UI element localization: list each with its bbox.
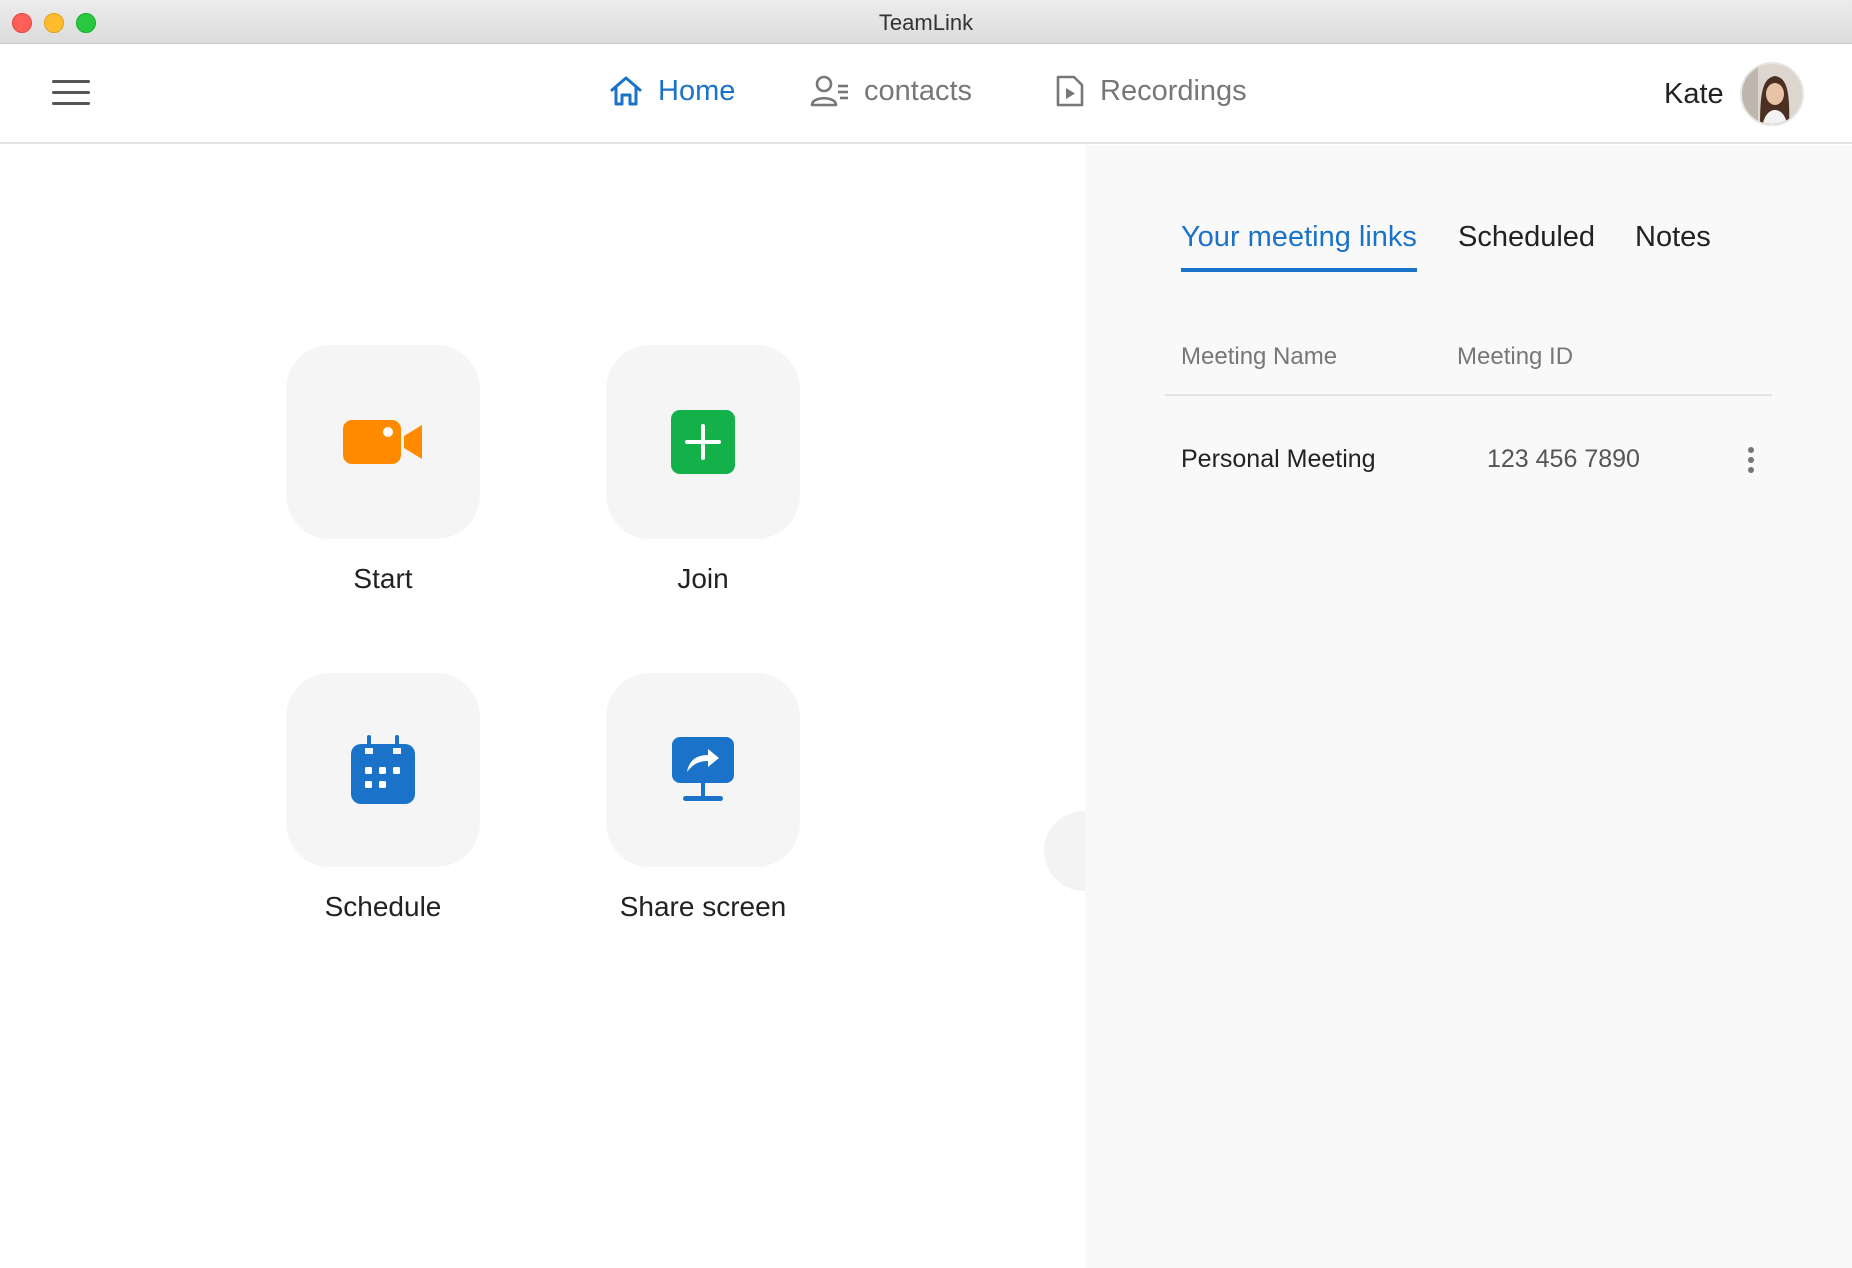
nav-tab-recordings[interactable]: Recordings [1054, 68, 1247, 114]
share-label: Share screen [619, 891, 787, 922]
meeting-links-panel: Your meeting links Scheduled Notes Meeti… [1085, 145, 1852, 1268]
home-icon [610, 76, 642, 106]
nav-tab-home-label: Home [658, 74, 736, 107]
start-tile[interactable] [286, 345, 480, 539]
home-actions-panel: Start Join Schedule Share screen [0, 145, 1124, 1268]
hamburger-icon [52, 80, 90, 83]
meeting-name-cell: Personal Meeting [1181, 445, 1376, 473]
calendar-icon [351, 735, 415, 804]
table-divider [1165, 394, 1772, 396]
more-options-button[interactable] [1745, 447, 1757, 477]
nav-tab-recordings-label: Recordings [1100, 74, 1247, 107]
window-title: TeamLink [878, 10, 974, 35]
video-camera-icon [343, 420, 422, 464]
avatar[interactable] [1740, 62, 1804, 126]
schedule-meeting-button[interactable]: Schedule [286, 673, 480, 923]
tab-notes[interactable]: Notes [1635, 221, 1711, 268]
recordings-icon [1056, 75, 1084, 107]
plus-icon [671, 410, 735, 474]
share-screen-button[interactable]: Share screen [606, 673, 800, 923]
share-tile[interactable] [606, 673, 800, 867]
share-screen-icon [672, 737, 734, 801]
tab-your-meeting-links[interactable]: Your meeting links [1181, 221, 1417, 272]
meeting-id-cell: 123 456 7890 [1487, 445, 1640, 473]
join-label: Join [677, 563, 729, 594]
contacts-icon [810, 75, 848, 107]
column-header-meeting-name: Meeting Name [1181, 343, 1338, 370]
join-tile[interactable] [606, 345, 800, 539]
avatar-portrait-icon [1742, 64, 1802, 124]
nav-tab-contacts[interactable]: contacts [810, 68, 972, 114]
window-titlebar: TeamLink [0, 0, 1852, 44]
table-row[interactable]: Personal Meeting 123 456 7890 [1165, 425, 1772, 497]
column-header-meeting-id: Meeting ID [1457, 343, 1574, 370]
top-nav: Home contacts Recordings Kate [0, 44, 1852, 144]
schedule-label: Schedule [324, 891, 442, 922]
more-vertical-icon [1748, 447, 1754, 453]
nav-tab-home[interactable]: Home [608, 68, 735, 114]
tab-scheduled[interactable]: Scheduled [1458, 221, 1595, 268]
schedule-tile[interactable] [286, 673, 480, 867]
join-meeting-button[interactable]: Join [606, 345, 800, 595]
start-meeting-button[interactable]: Start [286, 345, 480, 595]
hamburger-menu-button[interactable] [52, 80, 90, 106]
user-name: Kate [1664, 78, 1724, 110]
start-label: Start [353, 563, 413, 594]
nav-tab-contacts-label: contacts [864, 74, 972, 107]
